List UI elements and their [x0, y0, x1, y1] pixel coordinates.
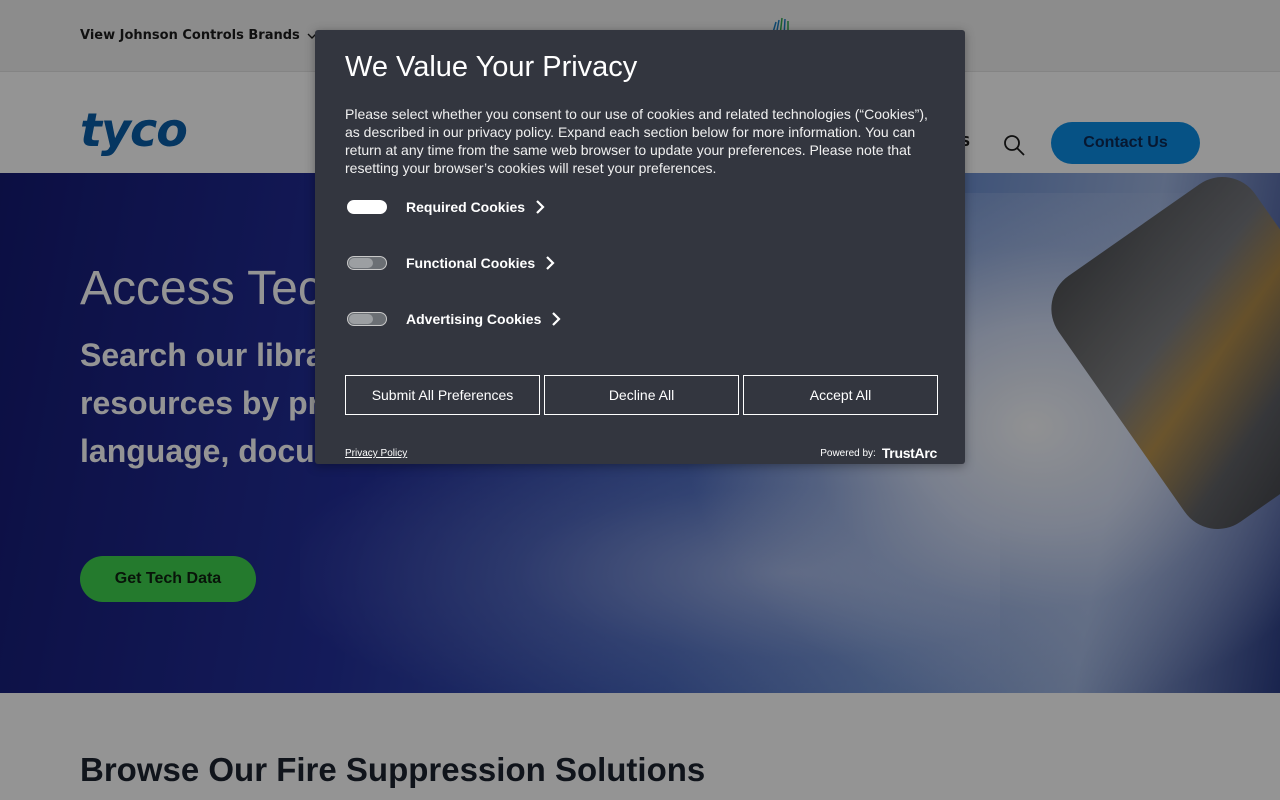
cookie-category-advertising[interactable]: Advertising Cookies	[347, 309, 561, 329]
trustarc-logo[interactable]: TrustArc	[882, 445, 937, 461]
dialog-description: Please select whether you consent to our…	[345, 106, 928, 176]
accept-all-button[interactable]: Accept All	[743, 375, 938, 415]
cookie-category-functional[interactable]: Functional Cookies	[347, 253, 555, 273]
cookie-category-label: Advertising Cookies	[406, 311, 542, 327]
dialog-button-row: Submit All Preferences Decline All Accep…	[345, 375, 938, 415]
functional-cookies-toggle[interactable]	[347, 256, 387, 270]
cookie-category-required[interactable]: Required Cookies	[347, 197, 545, 217]
cookie-category-label: Functional Cookies	[406, 255, 536, 271]
powered-by-label: Powered by:	[820, 447, 876, 459]
chevron-right-icon[interactable]	[551, 312, 561, 326]
chevron-right-icon[interactable]	[545, 256, 555, 270]
privacy-policy-link[interactable]: Privacy Policy	[345, 448, 407, 459]
chevron-right-icon[interactable]	[535, 200, 545, 214]
cookie-category-label: Required Cookies	[406, 199, 526, 215]
privacy-consent-dialog: We Value Your Privacy Please select whet…	[315, 30, 965, 464]
submit-all-preferences-button[interactable]: Submit All Preferences	[345, 375, 540, 415]
powered-by: Powered by: TrustArc	[820, 445, 937, 461]
dialog-title: We Value Your Privacy	[345, 51, 638, 83]
required-cookies-toggle[interactable]	[347, 200, 387, 214]
decline-all-button[interactable]: Decline All	[544, 375, 739, 415]
advertising-cookies-toggle[interactable]	[347, 312, 387, 326]
